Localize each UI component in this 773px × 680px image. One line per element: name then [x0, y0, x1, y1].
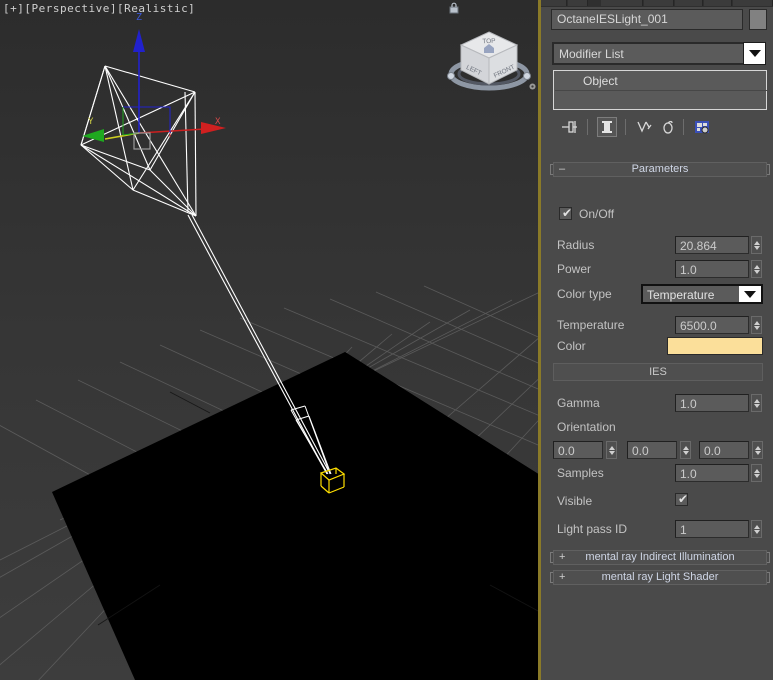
rollout-bracket-left	[550, 572, 553, 583]
remove-modifier-icon[interactable]	[659, 118, 677, 136]
viewcube-top-label: TOP	[482, 38, 495, 45]
toolbar-seg[interactable]	[733, 0, 773, 6]
gamma-spinner[interactable]	[751, 394, 762, 412]
parameters-body: ✔ On/Off Radius 20.864 Power 1.0 Color t…	[549, 177, 771, 542]
object-name-field[interactable]: OctaneIESLight_001	[551, 9, 743, 30]
toolbar-seg[interactable]	[644, 0, 674, 6]
rollout-bracket-right	[767, 164, 770, 175]
modifier-list-label: Modifier List	[559, 47, 624, 61]
radius-spinner[interactable]	[751, 236, 762, 254]
stack-item-object[interactable]: Object	[555, 72, 767, 90]
toolbar-seg[interactable]	[704, 0, 732, 6]
orientation-z-spinner[interactable]	[752, 441, 763, 459]
gear-icon[interactable]	[528, 82, 537, 91]
make-unique-icon[interactable]	[635, 118, 653, 136]
configure-modifier-sets-icon[interactable]	[693, 118, 711, 136]
stack-divider	[555, 90, 767, 91]
light-pass-id-field[interactable]: 1	[675, 520, 749, 538]
temperature-label: Temperature	[557, 318, 625, 332]
rollout-bracket-left	[550, 164, 553, 175]
gizmo-y-label: Y	[88, 117, 94, 127]
check-icon: ✔	[562, 206, 573, 220]
color-type-label: Color type	[557, 287, 612, 301]
visible-label: Visible	[557, 494, 593, 508]
3dsmax-window: X Y [+][Perspective][Realistic] Z TOP LE…	[0, 0, 773, 680]
color-type-combo[interactable]: Temperature	[641, 284, 763, 304]
orientation-x-field[interactable]: 0.0	[553, 441, 603, 459]
samples-field[interactable]: 1.0	[675, 464, 749, 482]
power-label: Power	[557, 262, 592, 276]
orientation-label: Orientation	[557, 420, 616, 434]
on-off-label: On/Off	[579, 207, 615, 221]
power-field[interactable]: 1.0	[675, 260, 749, 278]
rollout-title: mental ray Light Shader	[601, 571, 719, 583]
viewcube[interactable]: TOP LEFT FRONT	[443, 12, 535, 104]
toolbar-seg[interactable]	[675, 0, 703, 6]
rollout-toggle-sign[interactable]: +	[559, 551, 565, 564]
power-spinner[interactable]	[751, 260, 762, 278]
modifier-list-combo[interactable]: Modifier List	[552, 42, 766, 65]
ies-button[interactable]: IES	[553, 363, 763, 381]
toolbar-seg[interactable]	[601, 0, 643, 6]
rollout-bracket-left	[550, 552, 553, 563]
orientation-x-spinner[interactable]	[606, 441, 617, 459]
chevron-down-icon[interactable]	[743, 42, 766, 65]
rollout-bracket-right	[767, 552, 770, 563]
radius-field[interactable]: 20.864	[675, 236, 749, 254]
object-name-row: OctaneIESLight_001	[551, 9, 767, 30]
light-pass-id-spinner[interactable]	[751, 520, 762, 538]
gamma-label: Gamma	[557, 396, 600, 410]
rollout-header-parameters[interactable]: – Parameters	[550, 162, 770, 177]
rollout-title: Parameters	[631, 163, 689, 175]
samples-spinner[interactable]	[751, 464, 762, 482]
rollout-header-mental-ray-indirect-illumination[interactable]: + mental ray Indirect Illumination	[550, 550, 770, 565]
rollout-bracket-right	[767, 572, 770, 583]
rollout-toggle-sign[interactable]: –	[559, 163, 565, 176]
color-type-value: Temperature	[647, 288, 715, 302]
color-swatch[interactable]	[667, 337, 763, 355]
rollouts-container: – Parameters ✔ On/Off Radius 20.864 Powe…	[549, 162, 771, 585]
temperature-spinner[interactable]	[751, 316, 762, 334]
chevron-down-icon[interactable]	[739, 286, 761, 302]
gizmo-x-label: X	[215, 117, 221, 127]
toolbar-strip	[541, 0, 773, 7]
color-label: Color	[557, 339, 586, 353]
orientation-y-field[interactable]: 0.0	[627, 441, 677, 459]
gamma-field[interactable]: 1.0	[675, 394, 749, 412]
visible-checkbox[interactable]: ✔	[675, 493, 688, 506]
radius-label: Radius	[557, 238, 595, 252]
rollout-header-mental-ray-light-shader[interactable]: + mental ray Light Shader	[550, 570, 770, 585]
light-pass-id-label: Light pass ID	[557, 522, 628, 536]
perspective-viewport[interactable]: X Y [+][Perspective][Realistic] Z TOP LE…	[0, 0, 540, 680]
on-off-checkbox[interactable]: ✔	[559, 207, 572, 220]
modifier-stack[interactable]: Object	[553, 70, 767, 110]
rollout-toggle-sign[interactable]: +	[559, 571, 565, 584]
temperature-field[interactable]: 6500.0	[675, 316, 749, 334]
orientation-z-field[interactable]: 0.0	[699, 441, 749, 459]
modifier-stack-toolbar	[553, 116, 767, 138]
toolbar-seg[interactable]	[568, 0, 588, 6]
z-axis-letter: Z	[136, 12, 143, 23]
samples-label: Samples	[557, 466, 604, 480]
check-icon: ✔	[678, 492, 689, 506]
viewport-label[interactable]: [+][Perspective][Realistic]	[3, 2, 195, 15]
toolbar-seg[interactable]	[541, 0, 567, 6]
rollout-title: mental ray Indirect Illumination	[585, 551, 735, 563]
show-end-result-icon[interactable]	[597, 117, 617, 137]
pin-stack-icon[interactable]	[561, 118, 579, 136]
object-color-swatch[interactable]	[749, 9, 767, 30]
orientation-y-spinner[interactable]	[680, 441, 691, 459]
